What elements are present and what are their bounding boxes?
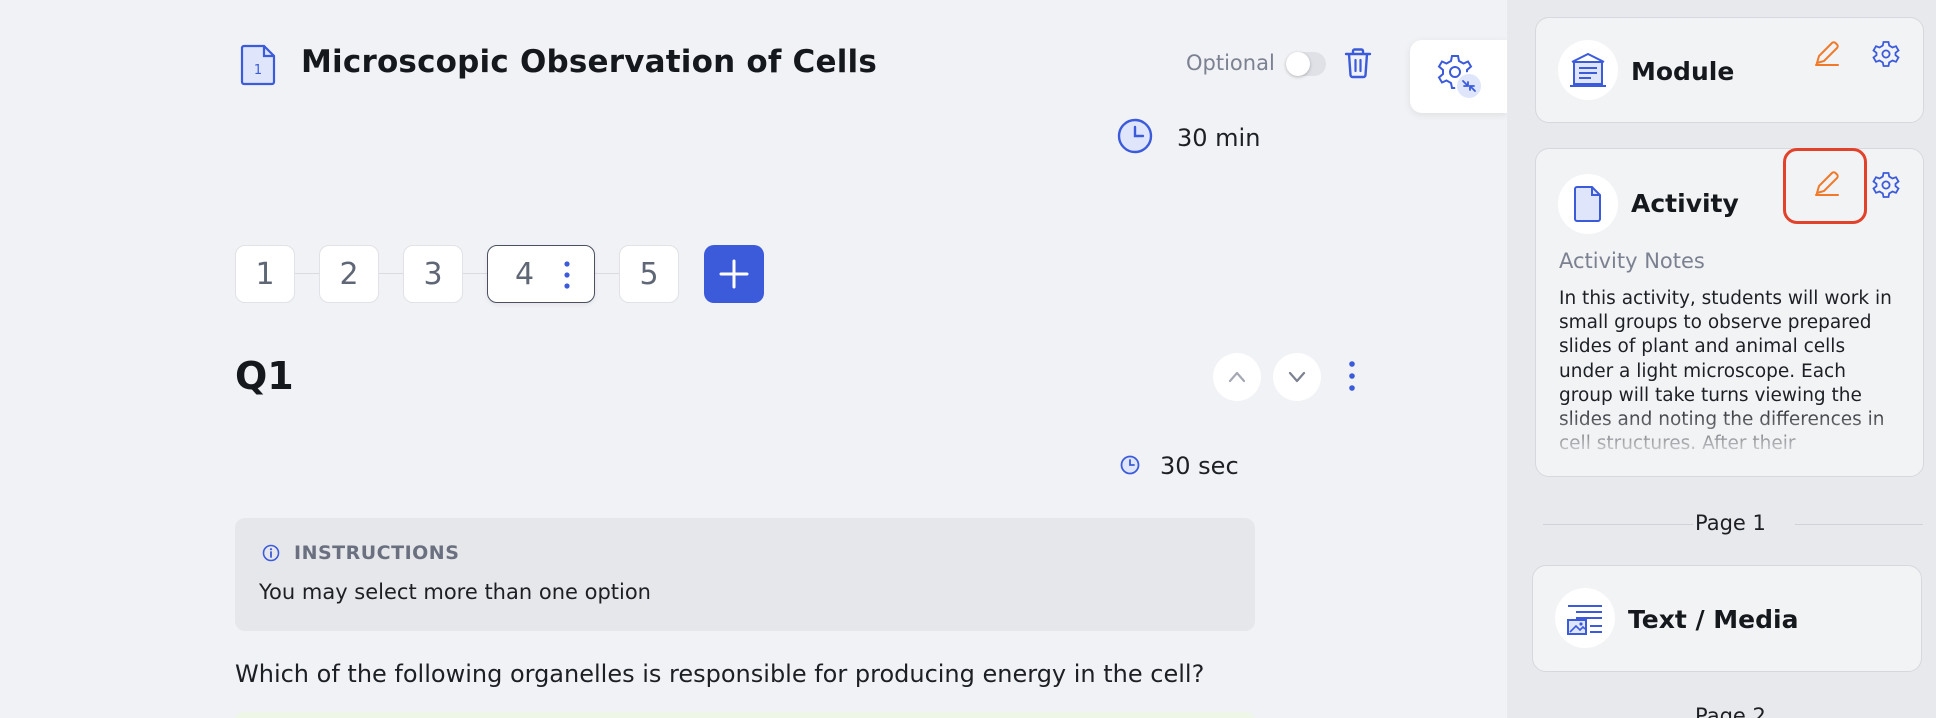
optional-label: Optional — [1186, 51, 1275, 75]
numbered-document-icon: 1 — [240, 44, 276, 86]
activity-document-icon — [1574, 186, 1601, 222]
settings-collapse-button[interactable] — [1410, 40, 1507, 113]
activity-gear-icon[interactable] — [1872, 171, 1900, 199]
add-page-button[interactable] — [704, 245, 764, 303]
page-1-label: Page 1 — [1695, 511, 1766, 535]
clock-icon — [1117, 118, 1153, 154]
trash-icon[interactable] — [1343, 47, 1373, 79]
info-icon — [262, 544, 280, 562]
question-time: 30 sec — [1160, 452, 1239, 480]
module-avatar — [1558, 40, 1618, 100]
module-building-icon — [1570, 52, 1606, 87]
page-tab-3[interactable]: 3 — [403, 245, 463, 303]
text-media-avatar — [1555, 588, 1615, 648]
module-gear-icon[interactable] — [1872, 40, 1900, 68]
question-prompt: Which of the following organelles is res… — [235, 660, 1205, 688]
instructions-box: INSTRUCTIONS You may select more than on… — [235, 518, 1255, 631]
optional-toggle[interactable] — [1286, 52, 1326, 76]
gear-collapse-icon — [1437, 55, 1483, 100]
move-up-button[interactable] — [1213, 353, 1261, 401]
module-edit-pencil-icon[interactable] — [1812, 38, 1842, 68]
activity-duration: 30 min — [1177, 124, 1261, 152]
move-down-button[interactable] — [1273, 353, 1321, 401]
page-tab-1[interactable]: 1 — [235, 245, 295, 303]
instructions-heading: INSTRUCTIONS — [294, 542, 460, 564]
text-media-icon — [1567, 605, 1602, 635]
page-tab-5[interactable]: 5 — [619, 245, 679, 303]
editor-main: 1 Microscopic Observation of Cells Optio… — [0, 0, 1507, 718]
chevron-down-icon — [1288, 371, 1306, 383]
activity-card-title: Activity — [1631, 189, 1739, 218]
small-clock-icon — [1120, 455, 1140, 475]
plus-icon — [719, 259, 749, 289]
chevron-up-icon — [1228, 371, 1246, 383]
question-label: Q1 — [235, 354, 294, 398]
page-tab-label: 4 — [515, 256, 535, 292]
svg-text:1: 1 — [254, 63, 262, 78]
page-1-divider-right — [1795, 524, 1923, 525]
page-tab-4-active[interactable]: 4 — [487, 245, 595, 303]
activity-avatar — [1558, 174, 1618, 234]
instructions-text: You may select more than one option — [259, 580, 651, 604]
text-media-title: Text / Media — [1628, 605, 1799, 634]
module-title: Module — [1631, 57, 1735, 86]
answer-option-strip[interactable] — [235, 712, 1255, 718]
page-1-divider-left — [1543, 524, 1693, 525]
activity-notes-label: Activity Notes — [1559, 249, 1705, 273]
highlight-annotation — [1783, 148, 1867, 224]
page-2-label: Page 2 — [1695, 704, 1766, 718]
page-options-kebab-icon[interactable] — [564, 260, 570, 290]
question-options-kebab-icon[interactable] — [1348, 360, 1356, 392]
page-tab-2[interactable]: 2 — [319, 245, 379, 303]
activity-title: Microscopic Observation of Cells — [301, 44, 878, 80]
activity-notes-text: In this activity, students will work in … — [1559, 288, 1892, 455]
